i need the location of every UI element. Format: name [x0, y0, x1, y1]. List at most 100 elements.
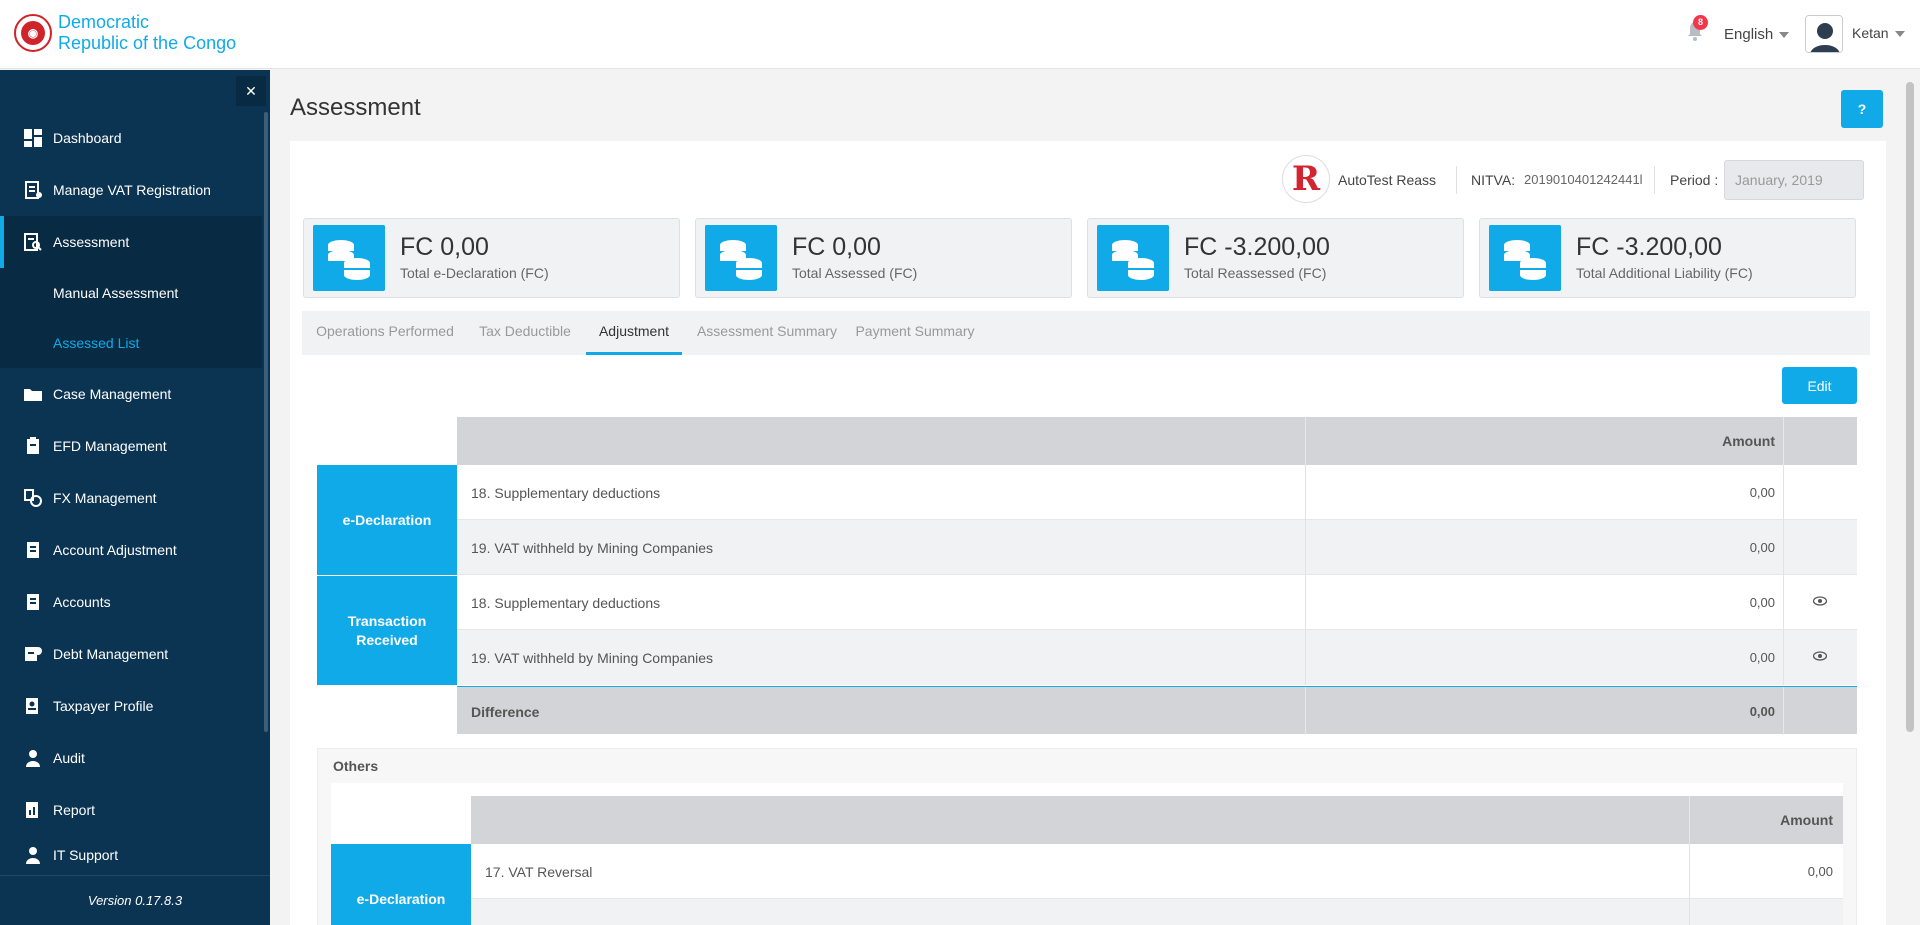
sidebar-subitem-manual-assessment[interactable]: Manual Assessment: [0, 268, 262, 318]
taxpayer-name: AutoTest Reass: [1338, 172, 1437, 188]
stat-card-reassessed: FC -3.200,00 Total Reassessed (FC): [1087, 218, 1464, 298]
help-button[interactable]: ?: [1841, 90, 1883, 128]
others-title: Others: [333, 758, 379, 774]
column-divider: [1305, 687, 1306, 735]
table-row: 19. VAT withheld by Mining Companies 0,0…: [457, 520, 1857, 575]
stat-label: Total Assessed (FC): [792, 265, 918, 281]
support-icon: [26, 847, 40, 864]
sidebar-item-audit[interactable]: Audit: [0, 732, 262, 784]
others-table-header: Amount: [471, 796, 1843, 844]
coins-icon: [1489, 225, 1561, 291]
user-menu[interactable]: Ketan: [1852, 25, 1905, 41]
sidebar-scrollbar[interactable]: [264, 112, 268, 732]
registration-icon: [25, 181, 42, 199]
difference-amount: 0,00: [1749, 704, 1775, 719]
brand-line-2: Republic of the Congo: [58, 33, 237, 53]
column-divider: [1783, 630, 1784, 685]
amount-column-header: Amount: [1722, 433, 1775, 449]
profile-icon: [26, 698, 38, 714]
language-label: English: [1724, 26, 1774, 43]
sidebar-subitem-assessed-list[interactable]: Assessed List: [0, 318, 262, 368]
sidebar-item-label: IT Support: [53, 847, 119, 863]
user-avatar-icon: [1806, 16, 1842, 52]
eye-icon[interactable]: [1813, 596, 1827, 606]
tab-tax-deductible[interactable]: Tax Deductible: [472, 311, 578, 355]
nitva-label: NITVA:: [1471, 172, 1516, 188]
tab-operations-performed[interactable]: Operations Performed: [312, 311, 458, 355]
column-divider: [1305, 520, 1306, 575]
assessment-icon: [24, 233, 42, 251]
divider: [1456, 166, 1457, 194]
exchange-icon: [24, 489, 42, 507]
top-header: ◉ Democratic Republic of the Congo 8 Eng…: [0, 0, 1920, 69]
column-divider: [1689, 844, 1690, 899]
sidebar-item-label: FX Management: [53, 490, 157, 506]
tab-adjustment[interactable]: Adjustment: [586, 311, 682, 355]
row-amount: 0,00: [1749, 485, 1775, 500]
sidebar-subitem-label: Manual Assessment: [53, 285, 179, 301]
divider: [1654, 166, 1655, 194]
others-group-e-declaration: e-Declaration: [331, 844, 471, 925]
sidebar-item-label: Debt Management: [53, 646, 169, 662]
avatar[interactable]: [1805, 15, 1843, 53]
group-e-declaration: e-Declaration: [317, 465, 457, 575]
row-description: 17. VAT Reversal: [485, 864, 593, 880]
column-divider: [1783, 575, 1784, 630]
sidebar-item-account-adjustment[interactable]: Account Adjustment: [0, 524, 262, 576]
column-divider: [1783, 465, 1784, 520]
tab-assessment-summary[interactable]: Assessment Summary: [692, 311, 842, 355]
period-field[interactable]: January, 2019: [1724, 160, 1864, 200]
row-amount: 0,00: [1749, 540, 1775, 555]
table-row: 17. VAT Reversal 0,00: [471, 844, 1843, 899]
pin-toggle-icon[interactable]: ✕: [236, 76, 266, 106]
nitva-value: 2019010401242441l: [1524, 172, 1643, 187]
sidebar-item-manage-vat-registration[interactable]: Manage VAT Registration: [0, 164, 262, 216]
sidebar-item-report[interactable]: Report: [0, 784, 262, 836]
sidebar-item-debt-management[interactable]: Debt Management: [0, 628, 262, 680]
language-dropdown[interactable]: English: [1724, 26, 1790, 43]
stat-value: FC -3.200,00: [1576, 233, 1722, 261]
eye-icon[interactable]: [1813, 651, 1827, 661]
sidebar-item-taxpayer-profile[interactable]: Taxpayer Profile: [0, 680, 262, 732]
stat-label: Total Additional Liability (FC): [1576, 265, 1753, 281]
sidebar-subitem-label: Assessed List: [53, 335, 140, 351]
sidebar-item-efd-management[interactable]: EFD Management: [0, 420, 262, 472]
row-amount: 0,00: [1749, 650, 1775, 665]
sidebar-item-assessment[interactable]: Assessment: [0, 216, 262, 268]
dashboard-icon: [24, 129, 42, 147]
sidebar-item-dashboard[interactable]: Dashboard: [0, 112, 262, 164]
assessment-submenu: Manual Assessment Assessed List: [0, 268, 262, 368]
stat-card-assessed: FC 0,00 Total Assessed (FC): [695, 218, 1072, 298]
tab-payment-summary[interactable]: Payment Summary: [852, 311, 978, 355]
edit-button[interactable]: Edit: [1782, 367, 1857, 404]
table-row: 18. Supplementary deductions 0,00: [457, 575, 1857, 630]
column-divider: [1305, 575, 1306, 630]
row-amount: 0,00: [1807, 864, 1833, 879]
row-description: 18. Supplementary deductions: [471, 485, 661, 501]
column-divider: [1689, 796, 1690, 844]
period-label: Period :: [1670, 172, 1719, 188]
coins-icon: [705, 225, 777, 291]
sidebar-item-case-management[interactable]: Case Management: [0, 368, 262, 420]
sidebar: ✕ Dashboard Manage VAT Registration Asse…: [0, 70, 270, 925]
sidebar-item-accounts[interactable]: Accounts: [0, 576, 262, 628]
column-divider: [1305, 630, 1306, 685]
column-divider: [1783, 417, 1784, 465]
user-name: Ketan: [1852, 25, 1889, 41]
difference-row: Difference 0,00: [457, 686, 1857, 735]
page-title: Assessment: [290, 94, 421, 121]
sidebar-item-fx-management[interactable]: FX Management: [0, 472, 262, 524]
tab-bar: Operations Performed Tax Deductible Adju…: [302, 311, 1870, 355]
sidebar-item-label: Assessment: [53, 234, 130, 250]
congo-seal-logo: ◉: [14, 14, 52, 52]
sidebar-item-label: Accounts: [53, 594, 111, 610]
sidebar-item-label: Taxpayer Profile: [53, 698, 154, 714]
taxpayer-logo: R: [1282, 155, 1330, 203]
sidebar-item-label: Account Adjustment: [53, 542, 177, 558]
table-row: 18. Supplementary deductions 0,00: [457, 465, 1857, 520]
table-row: 19. VAT withheld by Mining Companies 0,0…: [457, 630, 1857, 685]
main-scrollbar[interactable]: [1906, 82, 1914, 732]
sidebar-item-it-support[interactable]: IT Support: [0, 834, 262, 876]
notification-badge: 8: [1693, 15, 1708, 30]
column-divider: [1305, 465, 1306, 520]
